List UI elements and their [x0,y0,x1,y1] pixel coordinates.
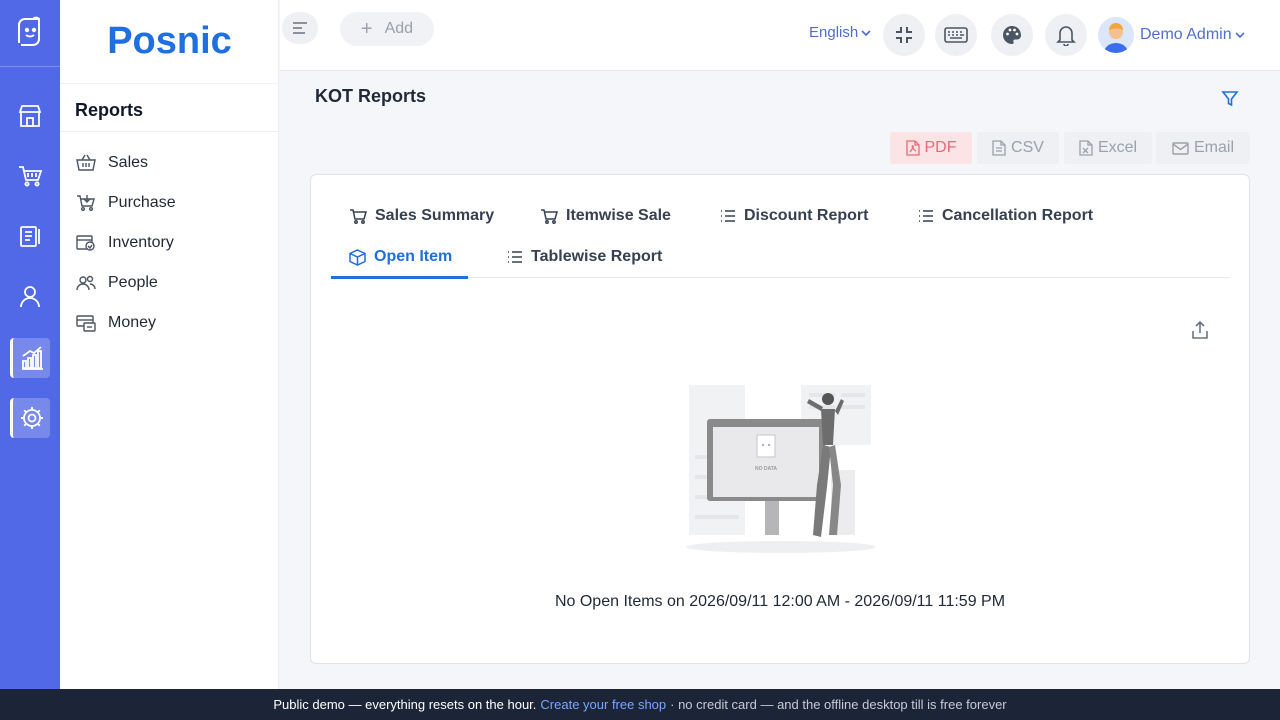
box-icon [349,248,366,266]
money-icon [75,313,97,333]
fullscreen-icon [896,27,912,43]
sidebar-item-label: Sales [108,154,149,171]
sidebar-item-sales[interactable]: Sales [75,151,148,175]
no-data-illustration-text: NO DATA [755,466,777,472]
rail-divider [0,66,60,67]
export-email-label: Email [1193,139,1234,156]
fullscreen-button[interactable] [883,14,925,56]
sidebar-title: Reports [75,100,144,120]
export-email-button[interactable]: Email [1156,132,1250,164]
excel-icon [1079,140,1093,156]
cart-icon [75,193,97,213]
tab-label: Open Item [374,248,453,265]
cart-icon [541,209,558,224]
rail-clipboard-button[interactable] [10,216,50,256]
menu-icon [293,22,307,34]
tab-tablewise-report[interactable]: Tablewise Report [507,245,662,269]
filter-icon[interactable] [1220,88,1240,108]
rail-user-button[interactable] [10,276,50,316]
boxes-icon [75,233,97,253]
menu-toggle-button[interactable] [282,12,318,44]
user-icon [20,286,40,308]
user-name: Demo Admin [1140,26,1232,43]
sidebar-item-money[interactable]: Money [75,311,156,335]
add-button[interactable]: + Add [340,12,434,46]
chevron-down-icon [1235,32,1245,39]
active-tab-indicator [331,276,468,279]
sidebar-item-label: Purchase [108,194,176,211]
avatar [1098,17,1134,53]
basket-icon [75,153,97,173]
export-csv-label: CSV [1011,139,1044,156]
share-icon[interactable] [1189,319,1211,341]
tab-sales-summary[interactable]: Sales Summary [349,204,494,228]
chart-icon [21,346,43,370]
rail-cart-button[interactable] [10,156,50,196]
sidebar-item-label: Money [108,314,157,331]
csv-icon [992,140,1006,156]
tab-label: Itemwise Sale [566,207,671,224]
plus-icon: + [360,17,373,40]
export-pdf-button[interactable]: PDF [890,132,972,164]
topbar: + Add English Demo Admin [280,0,1280,71]
rail-settings-button[interactable] [10,398,50,438]
palette-icon [1003,26,1021,44]
list-icon [919,210,933,222]
sidebar-item-inventory[interactable]: Inventory [75,231,174,255]
sidebar-item-people[interactable]: People [75,271,158,295]
language-selector[interactable]: English [809,24,872,41]
export-excel-button[interactable]: Excel [1064,132,1152,164]
gear-icon [20,407,43,429]
keyboard-icon [944,27,968,43]
store-icon [18,105,42,127]
empty-state-message: No Open Items on 2026/09/11 12:00 AM - 2… [554,593,1006,610]
sidebar-divider [60,131,279,132]
list-icon [508,251,522,263]
export-csv-button[interactable]: CSV [977,132,1059,164]
export-pdf-label: PDF [924,139,957,156]
notifications-button[interactable] [1045,14,1087,56]
language-label: English [809,24,859,41]
sidebar-item-label: Inventory [108,234,174,251]
mail-icon [1172,141,1189,155]
keyboard-button[interactable] [935,14,977,56]
left-rail [0,0,60,689]
add-button-label: Add [384,20,414,37]
pdf-icon [905,140,920,156]
report-card: Sales Summary Itemwise Sale Discount Rep… [310,174,1250,664]
sidebar-item-purchase[interactable]: Purchase [75,191,176,215]
rail-store-button[interactable] [10,96,50,136]
create-shop-link[interactable]: Create your free shop [540,697,666,712]
sidebar: Posnic Reports Sales Purchase Inventory … [60,0,279,689]
export-excel-label: Excel [1097,139,1138,156]
tab-discount-report[interactable]: Discount Report [720,204,868,228]
cart-icon [19,166,43,187]
rail-reports-button[interactable] [10,338,50,378]
footer-lead: Public demo — everything resets on the h… [273,697,537,712]
brand-logo[interactable]: Posnic [60,0,279,84]
people-icon [75,273,97,293]
demo-footer: Public demo — everything resets on the h… [0,689,1280,720]
tab-label: Cancellation Report [942,207,1094,224]
cart-icon [350,209,367,224]
chevron-down-icon [861,29,871,36]
tab-label: Tablewise Report [531,248,663,265]
page-title: KOT Reports [315,86,427,106]
tab-label: Sales Summary [375,207,495,224]
sidebar-item-label: People [108,274,158,291]
no-data-illustration: NO DATA [686,385,876,553]
clipboard-icon [20,226,40,247]
footer-tail: · no credit card — and the offline deskt… [670,697,1007,712]
app-logo-icon[interactable] [8,8,52,56]
tab-open-item[interactable]: Open Item [349,245,452,269]
theme-button[interactable] [991,14,1033,56]
bell-icon [1056,26,1076,46]
tab-cancellation-report[interactable]: Cancellation Report [918,204,1093,228]
list-icon [721,210,735,222]
tab-itemwise-sale[interactable]: Itemwise Sale [540,204,671,228]
user-menu[interactable]: Demo Admin [1098,15,1246,55]
tab-label: Discount Report [744,207,869,224]
